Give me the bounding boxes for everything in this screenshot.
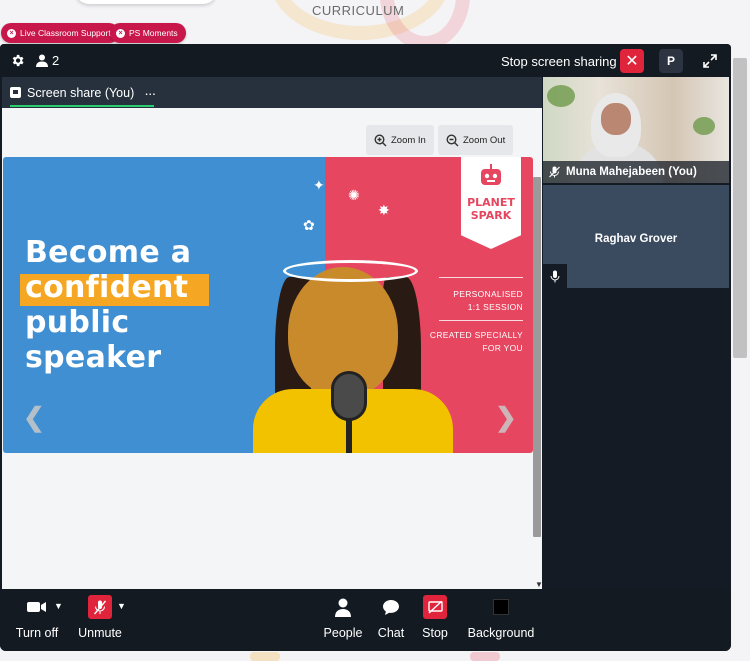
avatar-button[interactable]: P (659, 49, 683, 73)
mic-muted-icon (549, 166, 560, 178)
chat-icon (383, 599, 399, 615)
stop-sharing-button[interactable]: ✕ (620, 49, 644, 73)
fullscreen-icon (703, 54, 717, 68)
mic-label: Unmute (78, 626, 122, 640)
participant-namebar: Muna Mahejabeen (You) (543, 161, 729, 183)
stop-share-badge (423, 595, 447, 619)
participant-tile-self[interactable]: Muna Mahejabeen (You) (543, 77, 729, 183)
microphone-graphic (331, 371, 367, 421)
meeting-topbar: 2 Stop screen sharing ✕ P (0, 44, 731, 77)
tab-label: Screen share (You) (27, 85, 135, 100)
chat-label: Chat (377, 626, 405, 640)
participant-count: 2 (52, 53, 60, 68)
chevron-down-icon[interactable]: ▼ (117, 601, 126, 611)
side-text-created: CREATED SPECIALLY (429, 330, 523, 340)
plant-decor (547, 85, 575, 107)
side-text-for-you: FOR YOU (482, 343, 523, 353)
background-label: Background (467, 626, 535, 640)
slide-next-arrow[interactable]: ❯ (495, 402, 517, 433)
scroll-down-arrow[interactable]: ▼ (535, 580, 543, 589)
people-icon (335, 598, 351, 617)
close-icon: × (116, 28, 125, 38)
zoom-in-label: Zoom In (391, 134, 426, 146)
tag-label: Live Classroom Support (20, 28, 111, 38)
participant-name: Raghav Grover (594, 233, 678, 245)
live-classroom-support-button[interactable]: × Live Classroom Support (1, 23, 119, 43)
star-doodle: ✦ (313, 177, 325, 193)
logo-text-planet: PLANET (467, 196, 515, 209)
mic-indicator (543, 264, 567, 288)
screen-share-panel: Screen share (You) ··· Zoom In Zoom Out … (2, 77, 543, 589)
planet-spark-logo: PLANET SPARK (461, 157, 521, 249)
slide-headline-line3: public (25, 305, 130, 340)
mic-muted-icon (94, 600, 106, 614)
gear-icon[interactable] (10, 53, 25, 68)
decorative-stripe (250, 652, 280, 661)
close-icon: × (7, 28, 16, 38)
tab-underline (10, 105, 154, 107)
share-tabbar: Screen share (You) ··· (2, 77, 542, 108)
stop-label: Stop (422, 626, 448, 640)
slide-headline-line1: Become a (25, 235, 192, 270)
page-scrollbar[interactable] (733, 58, 747, 358)
spark-doodle: ✸ (378, 202, 390, 218)
close-icon: ✕ (625, 53, 639, 70)
zoom-in-icon (374, 133, 387, 146)
background-icon (493, 599, 509, 615)
share-scrollbar[interactable] (533, 177, 541, 537)
participant-tile-raghav[interactable]: Raghav Grover (543, 185, 729, 288)
people-button[interactable]: People (320, 589, 366, 651)
zoom-out-label: Zoom Out (463, 134, 506, 146)
swirl-doodle: ✿ (303, 217, 315, 233)
participant-tiles: Muna Mahejabeen (You) Raghav Grover (543, 77, 731, 589)
curriculum-heading: CURRICULUM (312, 3, 405, 18)
camera-icon (27, 602, 46, 612)
logo-text-spark: SPARK (470, 209, 512, 222)
slide-prev-arrow[interactable]: ❮ (23, 402, 45, 433)
side-text-personalised: PERSONALISED (453, 289, 523, 299)
fullscreen-button[interactable] (697, 49, 723, 73)
tag-label: PS Moments (129, 28, 178, 38)
participant-face (601, 103, 631, 135)
tab-screen-share[interactable]: Screen share (You) ··· (10, 77, 156, 108)
screen-icon (10, 87, 21, 98)
stop-screen-sharing-label: Stop screen sharing (501, 54, 617, 69)
unmute-button[interactable]: Unmute (76, 589, 124, 651)
slide-headline-line4: speaker (25, 340, 162, 375)
more-options-button[interactable]: ··· (144, 85, 156, 101)
side-text-session: 1:1 SESSION (467, 302, 523, 312)
meeting-window: 2 Stop screen sharing ✕ P Screen share (… (0, 44, 731, 651)
stop-share-icon (427, 600, 443, 614)
hat-ring (283, 260, 418, 282)
slide-banner: Become a confident public speaker ✦ ✺ ✸ … (3, 157, 533, 453)
zoom-in-button[interactable]: Zoom In (366, 125, 434, 155)
mic-icon (550, 270, 560, 282)
stop-share-button[interactable]: Stop (418, 589, 452, 651)
person-icon (36, 54, 48, 67)
participant-name: Muna Mahejabeen (You) (566, 166, 697, 178)
slide-headline-line2: confident (25, 270, 189, 305)
chevron-down-icon[interactable]: ▼ (54, 601, 63, 611)
camera-label: Turn off (15, 626, 59, 640)
camera-button[interactable]: Turn off (14, 589, 60, 651)
divider (439, 277, 523, 278)
zoom-out-button[interactable]: Zoom Out (438, 125, 514, 155)
controls-bar: Turn off ▼ Unmute ▼ People Chat Stop Bac… (0, 589, 731, 651)
divider (439, 320, 523, 321)
spark-doodle: ✺ (348, 187, 360, 203)
zoom-out-icon (446, 133, 459, 146)
plant-decor (693, 117, 715, 135)
microphone-stand (346, 419, 352, 453)
chat-button[interactable]: Chat (372, 589, 410, 651)
background-button[interactable]: Background (466, 589, 536, 651)
robot-logo-icon (481, 164, 501, 185)
ps-moments-button[interactable]: × PS Moments (110, 23, 186, 43)
people-label: People (323, 626, 363, 640)
top-pill (75, 0, 217, 4)
mic-muted-badge (88, 595, 112, 619)
decorative-stripe (470, 652, 500, 661)
